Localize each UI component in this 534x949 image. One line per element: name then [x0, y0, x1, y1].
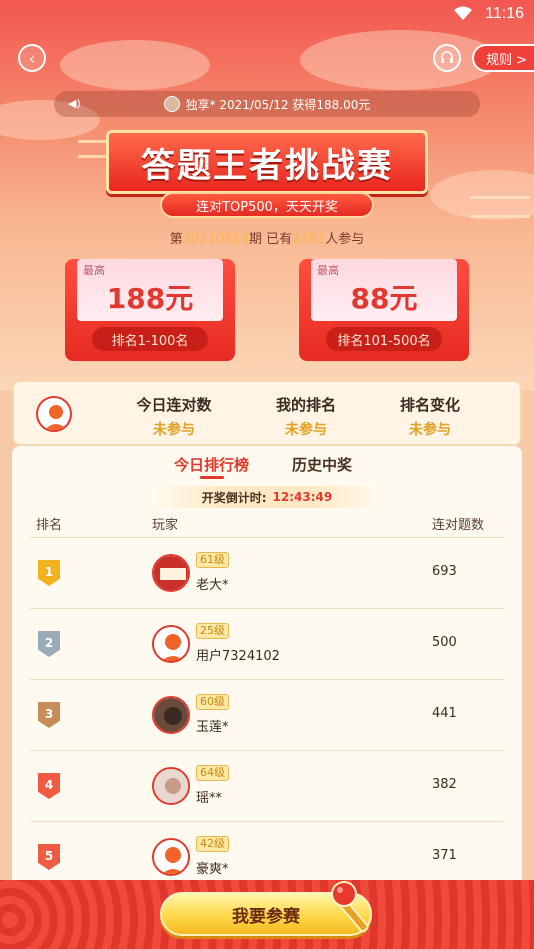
level-badge: 64级 — [196, 765, 229, 781]
prize-card-top100: 最高 188元 排名1-100名 — [65, 259, 235, 361]
streak-score: 371 — [432, 848, 457, 863]
stat-streak: 今日连对数 未参与 — [114, 394, 234, 439]
back-button[interactable]: ‹ — [18, 44, 46, 72]
avatar — [152, 696, 190, 734]
player-name: 豪爽* — [196, 862, 229, 877]
player-name: 用户7324102 — [196, 649, 280, 664]
prize-tag: 最高 — [83, 264, 105, 277]
ticker-text: 独享* 2021/05/12 获得188.00元 — [185, 97, 371, 112]
period-suffix: 人参与 — [325, 232, 365, 247]
period-info: 第20210514期 已有2452人参与 — [0, 228, 534, 247]
table-row[interactable]: 4 64级 瑶** 382 — [30, 751, 504, 822]
default-user-icon — [44, 405, 68, 430]
rank-badge: 4 — [38, 773, 60, 799]
prize-amount: 88元 — [350, 282, 418, 315]
avatar — [152, 767, 190, 805]
avatar — [36, 396, 72, 432]
title-banner: 答题王者挑战赛 — [106, 130, 428, 194]
rank-badge: 5 — [38, 844, 60, 870]
table-row[interactable]: 2 25级 用户7324102 500 — [30, 609, 504, 680]
table-row[interactable]: 1 61级 老大* 693 — [30, 538, 504, 609]
subtitle-pill: 连对TOP500，天天开奖 — [160, 192, 374, 218]
column-header-rank: 排名 — [36, 518, 63, 533]
player-name: 老大* — [196, 578, 229, 593]
period-issue: 20210514 — [182, 232, 249, 247]
wifi-icon — [454, 6, 472, 20]
streak-score: 500 — [432, 635, 457, 650]
my-stats-panel: 今日连对数 未参与 我的排名 未参与 排名变化 未参与 — [12, 380, 522, 446]
countdown-time: 12:43:49 — [272, 490, 333, 504]
status-bar: 11:16 — [0, 0, 534, 30]
column-header-player: 玩家 — [152, 518, 179, 533]
chevron-left-icon: ‹ — [28, 48, 36, 68]
countdown-label: 开奖倒计时: — [201, 490, 267, 505]
page-title: 答题王者挑战赛 — [141, 145, 393, 186]
level-badge: 25级 — [196, 623, 229, 639]
decorative-line — [470, 196, 530, 218]
avatar — [152, 554, 190, 592]
winner-ticker: ◀) 独享* 2021/05/12 获得188.00元 — [54, 91, 480, 117]
player-name: 瑶** — [196, 791, 223, 806]
avatar — [152, 838, 190, 876]
stat-rank-change: 排名变化 未参与 — [370, 394, 490, 439]
streak-score: 693 — [432, 564, 457, 579]
user-photo-icon — [154, 769, 188, 803]
customer-service-button[interactable] — [433, 44, 461, 72]
tab-history-winners[interactable]: 历史中奖 — [292, 454, 352, 475]
prize-tag: 最高 — [317, 264, 339, 277]
default-user-icon — [161, 847, 185, 874]
stat-my-rank: 我的排名 未参与 — [246, 394, 366, 439]
draw-countdown: 开奖倒计时: 12:43:49 — [152, 486, 382, 508]
default-user-icon — [161, 634, 185, 661]
rank-badge: 2 — [38, 631, 60, 657]
level-badge: 61级 — [196, 552, 229, 568]
player-name: 玉莲* — [196, 720, 229, 735]
stat-label: 排名变化 — [399, 396, 460, 414]
stat-value: 未参与 — [153, 422, 195, 438]
participant-count: 2452 — [292, 232, 326, 247]
column-header-score: 连对题数 — [432, 518, 485, 533]
cloud-decoration — [300, 30, 500, 90]
tab-today-ranking[interactable]: 今日排行榜 — [174, 454, 249, 475]
stat-value: 未参与 — [285, 422, 327, 438]
period-prefix: 第 — [169, 232, 183, 247]
rank-badge: 3 — [38, 702, 60, 728]
prize-amount: 188元 — [106, 282, 194, 315]
leaderboard: 今日排行榜 历史中奖 开奖倒计时: 12:43:49 排名 玩家 连对题数 1 … — [12, 446, 522, 906]
tab-indicator — [200, 476, 224, 479]
period-mid: 期 已有 — [248, 232, 293, 247]
speaker-icon: ◀) — [68, 97, 81, 110]
stat-label: 我的排名 — [275, 396, 336, 414]
streak-score: 441 — [432, 706, 457, 721]
user-photo-icon — [154, 698, 188, 732]
cloud-decoration — [60, 40, 210, 90]
streak-score: 382 — [432, 777, 457, 792]
avatar — [152, 625, 190, 663]
level-badge: 60级 — [196, 694, 229, 710]
user-photo-icon — [154, 556, 188, 590]
level-badge: 42级 — [196, 836, 229, 852]
prize-card-top500: 最高 88元 排名101-500名 — [299, 259, 469, 361]
headset-icon — [441, 51, 453, 63]
rank-badge: 1 — [38, 560, 60, 586]
status-time: 11:16 — [485, 5, 524, 22]
avatar — [163, 96, 180, 112]
rules-button[interactable]: 规则 > — [472, 44, 534, 72]
stat-label: 今日连对数 — [136, 396, 212, 414]
prize-range: 排名101-500名 — [326, 327, 442, 351]
microphone-icon — [331, 881, 369, 933]
table-row[interactable]: 3 60级 玉莲* 441 — [30, 680, 504, 751]
stat-value: 未参与 — [409, 422, 451, 438]
prize-range: 排名1-100名 — [92, 327, 208, 351]
